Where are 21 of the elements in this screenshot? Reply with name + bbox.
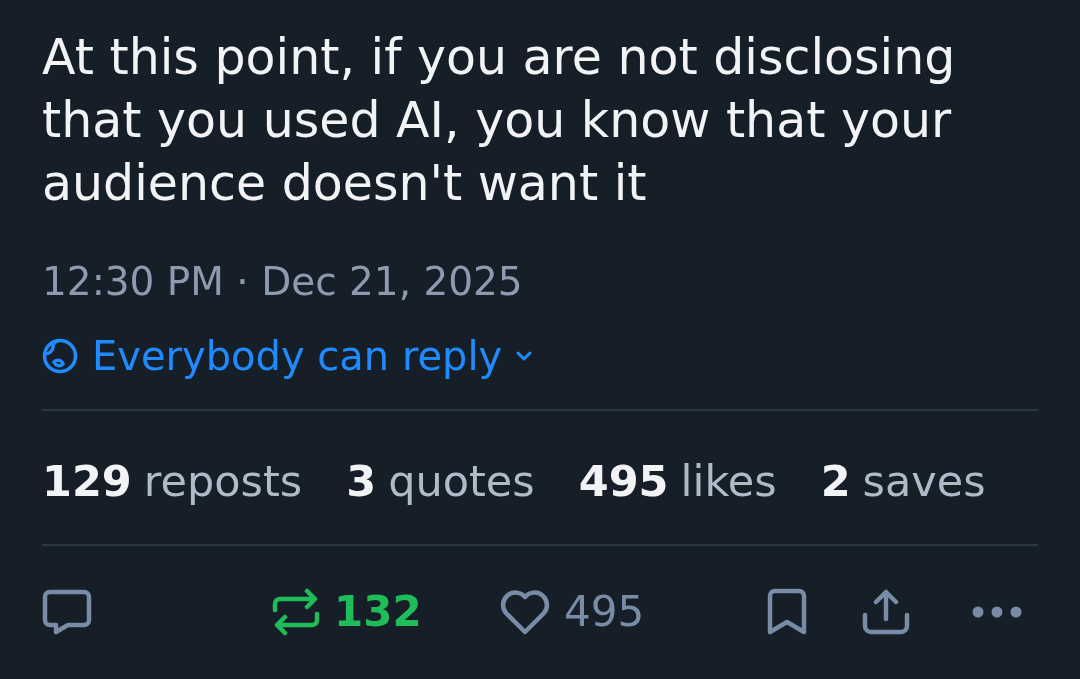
share-button[interactable] xyxy=(862,589,910,635)
like-button[interactable]: 495 xyxy=(500,588,645,636)
repost-icon xyxy=(272,588,320,636)
bookmark-button[interactable] xyxy=(767,588,807,636)
heart-icon xyxy=(500,589,550,635)
globe-icon xyxy=(42,338,78,374)
more-icon xyxy=(972,606,1022,618)
stat-link[interactable]: 495 likes xyxy=(578,456,777,506)
stat-link[interactable]: 2 saves xyxy=(820,456,986,506)
more-button[interactable] xyxy=(972,606,1022,618)
chevron-down-icon xyxy=(516,351,533,361)
share-icon xyxy=(862,589,910,635)
post-timestamp: 12:30 PM · Dec 21, 2025 xyxy=(42,259,524,305)
post-text: At this point, if you are not disclosing that you used AI, you know that your audience doesn't want it xyxy=(42,28,957,214)
reply-button[interactable] xyxy=(42,589,92,635)
bookmark-icon xyxy=(767,588,807,636)
repost-button[interactable]: 132 xyxy=(272,588,422,636)
reply-setting-button[interactable]: Everybody can reply xyxy=(42,333,533,379)
stat-link[interactable]: 3 quotes xyxy=(346,456,535,506)
speech-bubble-icon xyxy=(42,589,92,635)
stat-link[interactable]: 129 reposts xyxy=(42,456,303,506)
